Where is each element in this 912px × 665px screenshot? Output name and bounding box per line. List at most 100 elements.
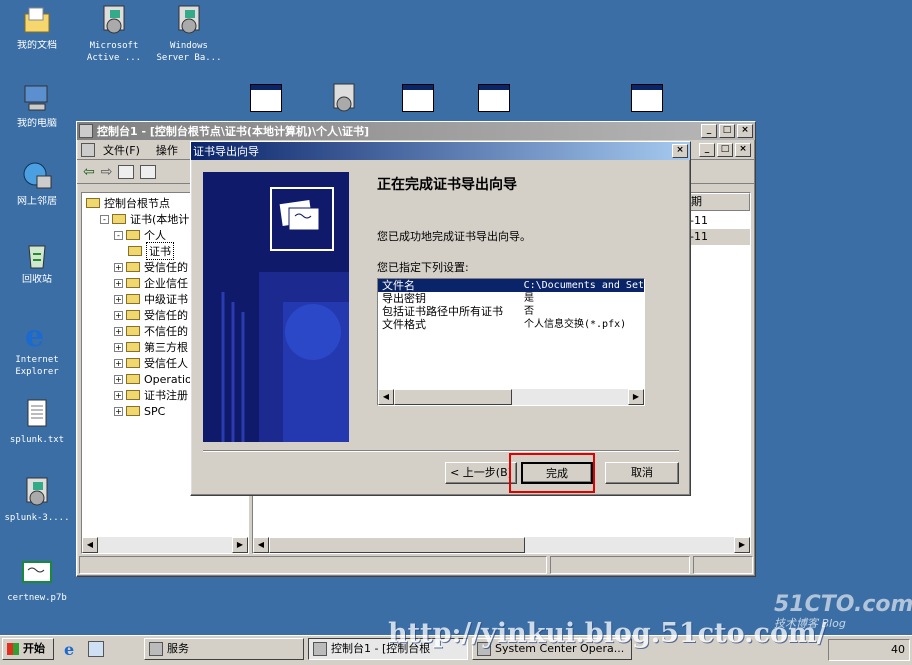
folder-icon	[126, 406, 140, 416]
expand-icon[interactable]: +	[114, 294, 123, 304]
tree-node-label: 证书	[146, 242, 174, 260]
scroll-thumb[interactable]	[269, 537, 525, 553]
settings-label: 您已指定下列设置:	[377, 261, 469, 274]
recycle-bin-icon	[21, 238, 53, 270]
window-icon[interactable]	[250, 84, 282, 112]
back-button[interactable]: < 上一步(B)	[445, 462, 517, 484]
forward-arrow-icon[interactable]: ⇨	[101, 164, 113, 180]
status-bar	[79, 556, 753, 574]
settings-row[interactable]: 导出密钥 是	[378, 292, 644, 305]
up-folder-icon[interactable]	[118, 164, 135, 179]
expand-icon[interactable]: +	[114, 342, 123, 352]
desktop-icon-my-documents[interactable]: 我的文档	[1, 4, 73, 52]
site-logo-sub: 技术博客 Blog	[774, 617, 846, 630]
folder-icon	[126, 278, 140, 288]
taskbar-item-console[interactable]: 控制台1 - [控制台根	[308, 638, 468, 660]
desktop-icon-windows-server[interactable]: Windows Server Ba...	[153, 4, 225, 64]
my-computer-icon	[21, 82, 53, 114]
scroll-right-arrow-icon[interactable]: ▶	[734, 537, 750, 553]
collapse-icon[interactable]: -	[100, 214, 109, 224]
maximize-button[interactable]: □	[719, 124, 735, 138]
folder-icon	[126, 294, 140, 304]
scroll-thumb[interactable]	[394, 389, 512, 405]
window-icon[interactable]	[402, 84, 434, 112]
minimize-button[interactable]: _	[701, 124, 717, 138]
collapse-icon[interactable]: -	[114, 230, 123, 240]
start-button[interactable]: 开始	[2, 638, 54, 660]
expand-icon[interactable]: +	[114, 278, 123, 288]
menu-action[interactable]: 操作	[156, 142, 178, 158]
console-titlebar[interactable]: 控制台1 - [控制台根节点\证书(本地计算机)\个人\证书] _ □ ×	[77, 122, 755, 140]
tree-node-label: 证书注册	[144, 389, 188, 402]
settings-key: 文件格式	[382, 318, 426, 331]
desktop-icon-recycle-bin[interactable]: 回收站	[1, 238, 73, 286]
expand-icon[interactable]: +	[114, 358, 123, 368]
desktop-icon-label: 回收站	[22, 274, 52, 285]
tree-node-label: 个人	[144, 229, 166, 242]
wizard-titlebar[interactable]: 证书导出向导 ×	[191, 142, 690, 160]
tree-horizontal-scrollbar[interactable]: ◀ ▶	[82, 537, 248, 553]
close-button[interactable]: ×	[737, 124, 753, 138]
child-minimize-button[interactable]: _	[699, 143, 715, 157]
show-hide-tree-icon[interactable]	[140, 164, 157, 179]
status-pane	[550, 556, 690, 574]
scroll-left-arrow-icon[interactable]: ◀	[378, 389, 394, 405]
settings-listview[interactable]: 文件名 C:\Documents and Set 导出密钥 是包括证书路径中所有证书 否…	[377, 278, 645, 406]
taskbar-item-scom[interactable]: System Center Opera...	[472, 638, 632, 660]
clock[interactable]: 40	[891, 643, 905, 656]
wizard-separator	[203, 450, 679, 452]
list-horizontal-scrollbar[interactable]: ◀ ▶	[253, 537, 750, 553]
desktop-icon-certnew[interactable]: certnew.p7b	[1, 556, 73, 604]
desktop-icon-label: splunk.txt	[9, 435, 65, 445]
desktop-icon-splunk-txt[interactable]: splunk.txt	[1, 398, 73, 446]
quicklaunch-desktop-icon[interactable]	[88, 641, 104, 657]
folder-icon	[86, 198, 100, 208]
scroll-right-arrow-icon[interactable]: ▶	[232, 537, 248, 553]
desktop-icon-my-computer[interactable]: 我的电脑	[1, 82, 73, 130]
installer-icon	[21, 476, 53, 508]
child-window-controls: _ □ ×	[697, 143, 751, 157]
expand-icon[interactable]: +	[114, 406, 123, 416]
settings-row[interactable]: 文件名 C:\Documents and Set	[378, 279, 644, 292]
child-close-button[interactable]: ×	[735, 143, 751, 157]
network-icon	[21, 160, 53, 192]
desktop-icon-label: splunk-3....	[4, 513, 70, 523]
quicklaunch-ie-icon[interactable]: e	[64, 640, 74, 659]
wizard-close-button[interactable]: ×	[672, 144, 688, 158]
folder-icon	[126, 342, 140, 352]
scroll-left-arrow-icon[interactable]: ◀	[253, 537, 269, 553]
wizard-banner-image	[203, 172, 349, 442]
tree-node-label: Operatio	[144, 372, 192, 386]
desktop-icon-splunk-installer[interactable]: splunk-3....	[1, 476, 73, 524]
expand-icon[interactable]: +	[114, 374, 123, 384]
menu-file[interactable]: 文件(F)	[103, 142, 140, 158]
cancel-button[interactable]: 取消	[605, 462, 679, 484]
tree-node-label: 证书(本地计	[130, 213, 190, 226]
settings-row[interactable]: 文件格式 个人信息交换(*.pfx)	[378, 318, 644, 331]
expand-icon[interactable]: +	[114, 310, 123, 320]
scroll-right-arrow-icon[interactable]: ▶	[628, 389, 644, 405]
desktop-icon-microsoft-active[interactable]: Microsoft Active ...	[78, 4, 150, 64]
installer-icon[interactable]	[328, 82, 360, 114]
window-icon[interactable]	[478, 84, 510, 112]
expand-icon[interactable]: +	[114, 390, 123, 400]
child-restore-button[interactable]: □	[717, 143, 733, 157]
settings-horizontal-scrollbar[interactable]: ◀ ▶	[378, 389, 644, 405]
scroll-left-arrow-icon[interactable]: ◀	[82, 537, 98, 553]
window-icon[interactable]	[631, 84, 663, 112]
desktop-icon-label: 网上邻居	[17, 196, 57, 207]
installer-icon	[173, 4, 205, 36]
desktop-icon-internet-explorer[interactable]: e Internet Explorer	[1, 318, 73, 378]
expand-icon[interactable]: +	[114, 262, 123, 272]
console-app-icon	[79, 124, 93, 138]
list-header[interactable]: 期	[686, 193, 750, 211]
back-arrow-icon[interactable]: ⇦	[83, 164, 95, 180]
expand-icon[interactable]: +	[114, 326, 123, 336]
finish-highlight-box	[509, 453, 595, 493]
taskbar-item-services[interactable]: 服务	[144, 638, 304, 660]
list-row[interactable]: -11	[686, 213, 750, 229]
settings-row[interactable]: 包括证书路径中所有证书 否	[378, 305, 644, 318]
desktop-icon-network[interactable]: 网上邻居	[1, 160, 73, 208]
list-row[interactable]: -11	[686, 229, 750, 245]
folder-icon	[112, 214, 126, 224]
